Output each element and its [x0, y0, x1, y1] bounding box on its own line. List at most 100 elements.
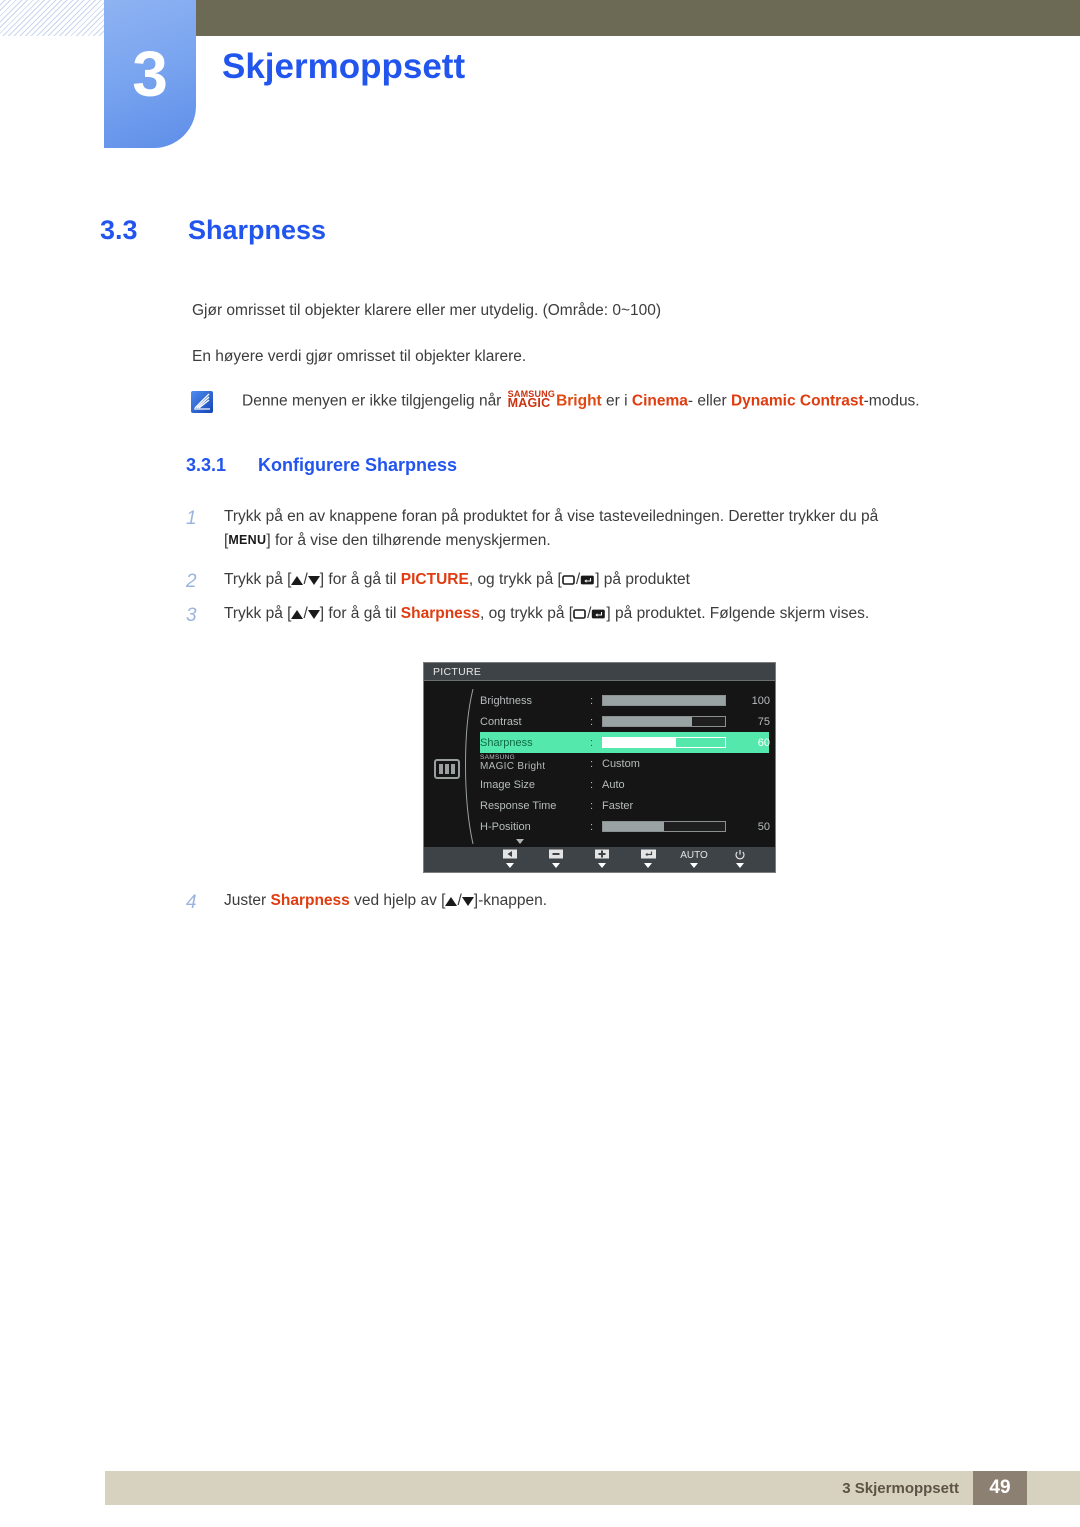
osd-slider-contrast[interactable] — [602, 716, 726, 727]
enter-icon — [625, 849, 671, 862]
menu-key-label: MENU — [228, 533, 267, 548]
osd-colon: : — [590, 757, 594, 770]
osd-colon: : — [590, 736, 594, 749]
osd-colon: : — [590, 778, 594, 791]
header-olive-bar — [104, 0, 1080, 36]
osd-label: Image Size — [480, 778, 536, 791]
osd-button-plus[interactable] — [579, 849, 625, 868]
osd-button-auto[interactable]: AUTO — [671, 849, 717, 868]
up-arrow-icon — [291, 610, 304, 619]
osd-label: Contrast — [480, 715, 522, 728]
samsung-magic-logo: SAMSUNG MAGIC — [507, 389, 555, 411]
power-icon — [717, 849, 763, 862]
note-pencil-icon — [191, 391, 213, 413]
osd-colon: : — [590, 799, 594, 812]
osd-magic-bottom: MAGIC Bright — [480, 761, 590, 772]
osd-body: Brightness : 100 Contrast : 75 Sharpness… — [424, 681, 775, 848]
osd-menu-screenshot: PICTURE Brightness : 100 Contrast : 75 S… — [423, 662, 776, 873]
step4-highlight: Sharpness — [270, 892, 350, 909]
osd-curve-decoration — [465, 689, 474, 844]
osd-value: 75 — [757, 715, 770, 728]
osd-row-sharpness[interactable]: Sharpness : 60 — [480, 732, 770, 753]
step2-highlight: PICTURE — [400, 571, 469, 588]
osd-row-magicbright[interactable]: SAMSUNG MAGIC Bright : Custom — [480, 753, 769, 774]
osd-value: 50 — [757, 820, 770, 833]
osd-button-power[interactable] — [717, 849, 763, 868]
page-footer: 3 Skjermoppsett 49 — [105, 1471, 1080, 1505]
osd-slider-sharpness[interactable] — [602, 737, 726, 748]
osd-button-enter[interactable] — [625, 849, 671, 868]
osd-row-h-position[interactable]: H-Position : 50 — [480, 816, 770, 837]
osd-value: 60 — [757, 736, 770, 749]
osd-button-left-arrow[interactable] — [487, 849, 533, 868]
minus-icon — [533, 849, 579, 862]
osd-label: H-Position — [480, 820, 531, 833]
down-arrow-icon — [307, 610, 320, 619]
note-text-or: - eller — [687, 392, 727, 410]
page-header: 3 Skjermoppsett — [0, 0, 1080, 160]
source-key-icon — [562, 570, 576, 594]
note-dynamic-contrast-term: Dynamic Contrast — [730, 392, 864, 410]
caret-down-icon — [690, 863, 698, 868]
step-number: 3 — [186, 605, 197, 626]
step1-part-b: for å vise den tilhørende menyskjermen. — [274, 532, 551, 550]
step3-part-a: Trykk på [ — [224, 605, 292, 622]
osd-button-minus[interactable] — [533, 849, 579, 868]
step2-part-d: ] på produktet — [595, 571, 690, 588]
paragraph-description: Gjør omrisset til objekter klarere eller… — [192, 302, 662, 319]
step-number: 2 — [186, 571, 197, 592]
plus-icon — [579, 849, 625, 862]
note-text-after: -modus. — [863, 392, 920, 410]
step4-part-a: Juster — [224, 892, 267, 909]
osd-row-response-time[interactable]: Response Time : Faster — [480, 795, 769, 816]
caret-down-icon — [736, 863, 744, 868]
step-number: 1 — [186, 508, 197, 529]
step2-part-a: Trykk på [ — [224, 571, 292, 588]
osd-row-contrast[interactable]: Contrast : 75 — [480, 711, 770, 732]
osd-button-bar: AUTO — [424, 847, 775, 872]
up-arrow-icon — [291, 576, 304, 585]
chevron-down-icon[interactable] — [516, 839, 524, 844]
osd-label: Brightness — [480, 694, 532, 707]
osd-row-brightness[interactable]: Brightness : 100 — [480, 690, 770, 711]
auto-label: AUTO — [680, 850, 708, 861]
caret-down-icon — [552, 863, 560, 868]
osd-title: PICTURE — [424, 663, 775, 681]
paragraph-higher-value: En høyere verdi gjør omrisset til objekt… — [192, 348, 527, 365]
step4-part-b: ved hjelp av [ — [354, 892, 446, 909]
osd-colon: : — [590, 715, 594, 728]
osd-label: SAMSUNG MAGIC Bright — [480, 755, 590, 772]
osd-rows: Brightness : 100 Contrast : 75 Sharpness… — [480, 690, 770, 837]
section-title: Sharpness — [188, 215, 327, 245]
caret-down-icon — [598, 863, 606, 868]
step-item: 3 Trykk på [/] for å gå til Sharpness, o… — [186, 602, 869, 630]
step-item: 2 Trykk på [/] for å gå til PICTURE, og … — [186, 568, 690, 596]
down-arrow-icon — [461, 897, 474, 906]
subsection-number: 3.3.1 — [186, 455, 227, 475]
step-number: 4 — [186, 892, 197, 913]
step-text: Trykk på en av knappene foran på produkt… — [224, 508, 879, 550]
chapter-title: Skjermoppsett — [222, 47, 466, 86]
note-row: Denne menyen er ikke tilgjengelig når SA… — [190, 389, 920, 414]
osd-slider-brightness[interactable] — [602, 695, 726, 706]
down-arrow-icon — [307, 576, 320, 585]
section-heading: 3.3 Sharpness — [100, 215, 326, 246]
step2-part-c: , og trykk på [ — [468, 571, 562, 588]
osd-value: Custom — [602, 757, 640, 770]
step4-part-c: ]-knappen. — [473, 892, 548, 909]
step-text: Juster Sharpness ved hjelp av [/]-knappe… — [224, 889, 547, 913]
osd-row-image-size[interactable]: Image Size : Auto — [480, 774, 769, 795]
up-arrow-icon — [445, 897, 458, 906]
step2-part-b: ] for å gå til — [319, 571, 397, 588]
step-text: Trykk på [/] for å gå til PICTURE, og tr… — [224, 568, 690, 594]
caret-down-icon — [506, 863, 514, 868]
osd-slider-h-position[interactable] — [602, 821, 726, 832]
note-text-mid: er i — [606, 392, 628, 410]
step-item: 1 Trykk på en av knappene foran på produ… — [186, 505, 878, 553]
step-text: Trykk på [/] for å gå til Sharpness, og … — [224, 602, 869, 628]
note-cinema-term: Cinema — [631, 392, 688, 410]
step-item: 4 Juster Sharpness ved hjelp av [/]-knap… — [186, 889, 547, 917]
step3-part-b: ] for å gå til — [319, 605, 397, 622]
magic-logo-bottom: MAGIC — [507, 396, 551, 411]
enter-key-icon — [591, 604, 606, 628]
